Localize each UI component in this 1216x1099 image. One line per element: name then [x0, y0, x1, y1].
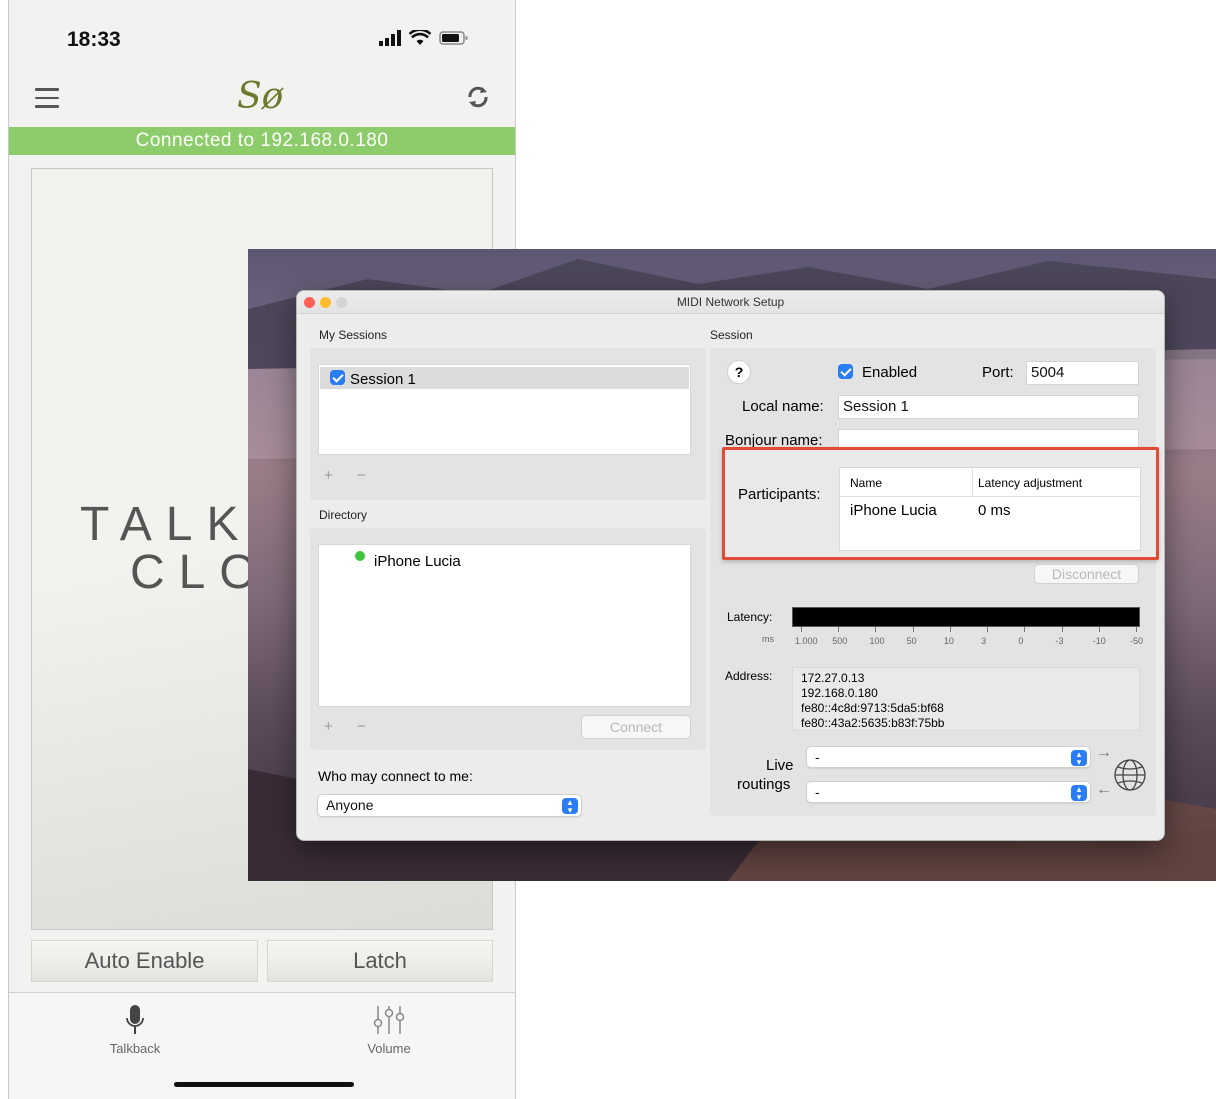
tab-talkback[interactable]: Talkback — [75, 1003, 195, 1056]
latency-tick-label: -50 — [1130, 636, 1144, 646]
battery-icon — [439, 31, 468, 45]
latency-tick-mark — [801, 627, 802, 632]
latency-tick-label: 500 — [832, 636, 848, 646]
latency-tick-label: 3 — [981, 636, 987, 646]
help-button[interactable]: ? — [727, 360, 751, 384]
live-routings-label: Live — [766, 757, 794, 774]
directory-list: iPhone Lucia — [318, 544, 691, 707]
live-routings-label-line2: routings — [737, 776, 791, 793]
window-titlebar[interactable]: MIDI Network Setup — [297, 291, 1164, 314]
enabled-checkbox[interactable] — [838, 364, 853, 379]
menu-icon[interactable] — [35, 88, 59, 108]
connection-banner: Connected to 192.168.0.180 — [9, 127, 515, 155]
participants-label: Participants: — [738, 486, 821, 503]
latency-tick-mark — [987, 627, 989, 632]
latency-tick-mark — [875, 627, 877, 632]
who-may-connect-select[interactable]: Anyone ▴ ▾ — [317, 794, 582, 817]
app-logo: Sø — [237, 76, 284, 117]
latency-tick-label: 50 — [906, 636, 917, 646]
address-ipv6-2: fe80::43a2:5635:b83f:75bb — [801, 716, 945, 730]
participants-table: Name Latency adjustment iPhone Lucia 0 m… — [839, 467, 1141, 551]
select-arrows-icon: ▴ ▾ — [1071, 750, 1087, 767]
wifi-icon — [409, 30, 431, 45]
tab-talkback-label: Talkback — [109, 1041, 161, 1056]
select-arrows-icon: ▴ ▾ — [1071, 785, 1087, 802]
globe-icon — [1113, 758, 1147, 797]
latency-tick-label: -10 — [1092, 636, 1106, 646]
refresh-icon[interactable] — [465, 84, 491, 115]
latency-tick-mark — [912, 627, 914, 632]
session-heading: Session — [710, 328, 753, 342]
cellular-signal-icon — [379, 30, 401, 46]
latch-button[interactable]: Latch — [267, 940, 493, 982]
participant-name: iPhone Lucia — [850, 502, 937, 519]
routing-in-select[interactable]: - ▴ ▾ — [806, 746, 1091, 768]
select-arrows-icon: ▴ ▾ — [562, 798, 578, 815]
window-title: MIDI Network Setup — [676, 295, 785, 309]
sessions-add-remove[interactable]: + − — [324, 467, 376, 484]
address-ipv6-1: fe80::4c8d:9713:5da5:bf68 — [801, 701, 944, 715]
participant-latency: 0 ms — [978, 502, 1011, 519]
directory-item-iphone-lucia[interactable]: iPhone Lucia — [374, 553, 461, 570]
arrow-right-icon: → — [1096, 744, 1112, 761]
latency-tick-label: -3 — [1055, 636, 1064, 646]
home-indicator — [174, 1082, 354, 1087]
address-ipv4-2: 192.168.0.180 — [801, 686, 878, 700]
participants-header: Name Latency adjustment — [840, 468, 1140, 497]
latency-label: Latency: — [727, 610, 773, 624]
routing-out-select[interactable]: - ▴ ▾ — [806, 781, 1091, 803]
sliders-icon — [373, 1006, 405, 1034]
tab-volume[interactable]: Volume — [329, 1003, 449, 1056]
latency-unit: ms — [762, 634, 774, 644]
status-icons — [379, 30, 469, 46]
status-time: 18:33 — [67, 28, 121, 51]
latency-tick-label: 0 — [1018, 636, 1024, 646]
column-header-latency[interactable]: Latency adjustment — [978, 476, 1082, 490]
online-status-dot — [355, 551, 365, 561]
address-list: 172.27.0.13 192.168.0.180 fe80::4c8d:971… — [792, 667, 1140, 731]
latency-meter — [792, 607, 1140, 627]
address-label: Address: — [725, 669, 773, 683]
enabled-label: Enabled — [862, 364, 918, 381]
port-field[interactable]: 5004 — [1026, 361, 1139, 385]
routing-in-value: - — [815, 749, 820, 765]
tab-volume-label: Volume — [367, 1041, 411, 1056]
talk-label: TALK — [80, 498, 253, 551]
who-may-connect-value: Anyone — [326, 797, 374, 813]
who-may-connect-label: Who may connect to me: — [318, 768, 473, 784]
participants-highlight: Participants: Name Latency adjustment iP… — [722, 447, 1159, 560]
latency-tick-label: 10 — [943, 636, 954, 646]
address-ipv4-1: 172.27.0.13 — [801, 671, 865, 685]
session-name: Session 1 — [350, 371, 416, 388]
table-row[interactable]: iPhone Lucia 0 ms — [840, 500, 1140, 520]
tab-bar: Talkback Volume — [9, 992, 515, 1099]
latency-tick-mark — [1098, 627, 1100, 632]
latency-tick-mark — [1061, 627, 1063, 632]
routing-out-value: - — [815, 784, 820, 800]
latency-tick-label: 1.000 — [795, 636, 818, 646]
latency-tick-mark — [1136, 627, 1137, 632]
arrow-left-icon: ← — [1096, 781, 1112, 798]
my-sessions-heading: My Sessions — [319, 328, 388, 342]
connect-button[interactable]: Connect — [581, 715, 691, 739]
directory-add-remove[interactable]: + − — [324, 718, 376, 735]
latency-tick-mark — [1024, 627, 1026, 632]
latency-tick-mark — [838, 627, 840, 632]
disconnect-button[interactable]: Disconnect — [1034, 564, 1139, 584]
local-name-field[interactable]: Session 1 — [838, 395, 1139, 419]
list-item-session[interactable]: Session 1 — [320, 367, 689, 389]
column-divider — [972, 468, 973, 496]
port-label: Port: — [982, 364, 1014, 381]
latency-tick-mark — [949, 627, 951, 632]
sessions-list: Session 1 — [318, 364, 691, 455]
latency-tick-label: 100 — [869, 636, 885, 646]
microphone-icon — [126, 1005, 144, 1034]
column-header-name[interactable]: Name — [850, 476, 882, 490]
auto-enable-button[interactable]: Auto Enable — [31, 940, 258, 982]
local-name-label: Local name: — [742, 398, 824, 415]
directory-heading: Directory — [319, 508, 368, 522]
session-enabled-checkbox[interactable] — [330, 370, 345, 385]
